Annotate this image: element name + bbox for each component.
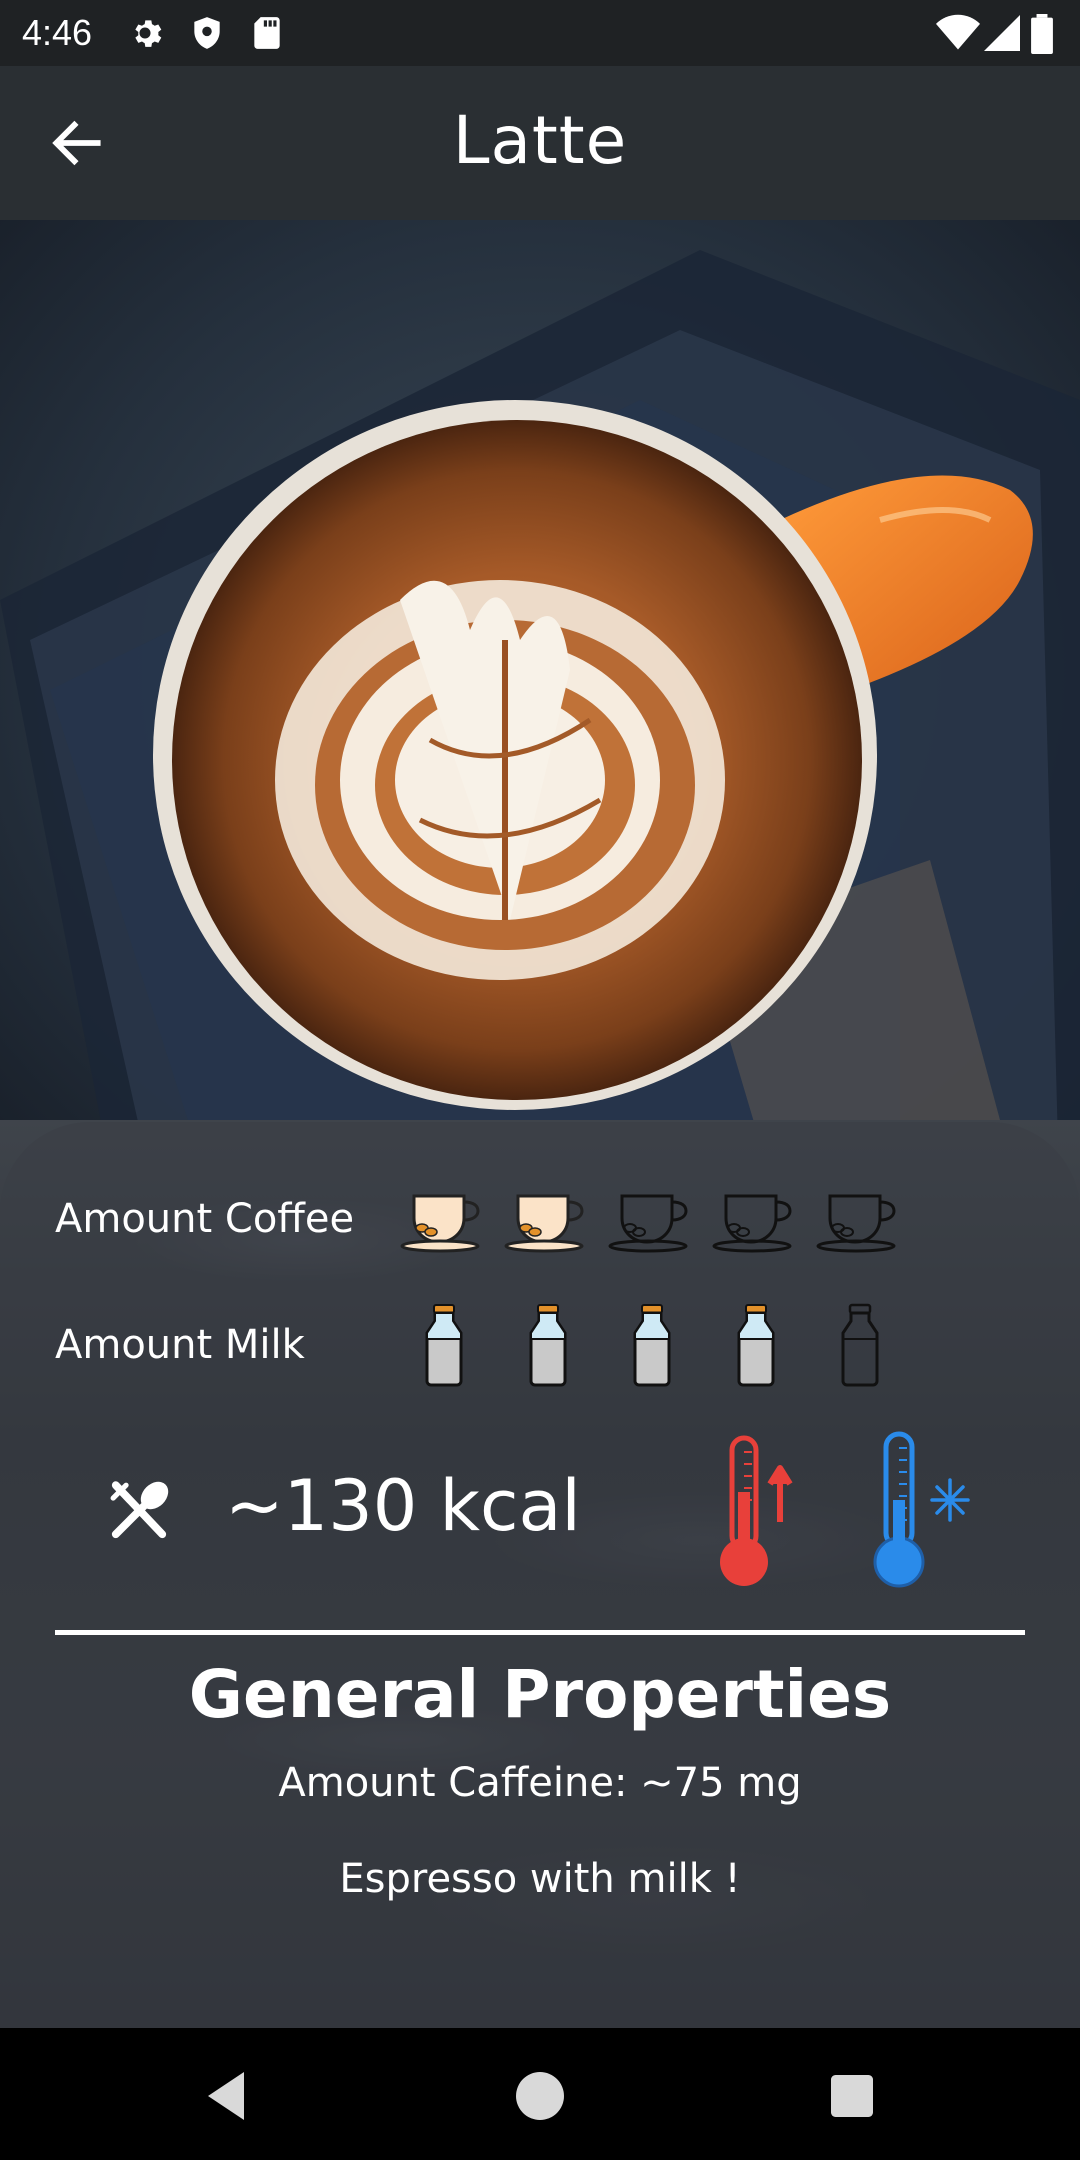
milk-bottle-icon: [496, 1300, 600, 1390]
shield-icon: [194, 17, 220, 49]
milk-bottle-icon: [392, 1300, 496, 1390]
milk-bottle-icon: [704, 1300, 808, 1390]
battery-icon: [1031, 14, 1053, 54]
signal-icon: [984, 15, 1020, 51]
recents-nav-icon[interactable]: [822, 2066, 882, 2126]
thermometer-hot-icon[interactable]: [710, 1432, 800, 1592]
section-divider: [55, 1630, 1025, 1635]
sd-card-icon: [254, 17, 280, 49]
home-nav-icon[interactable]: [510, 2066, 570, 2126]
coffee-cup-outline-icon: [704, 1176, 808, 1266]
milk-bottle-icon: [600, 1300, 704, 1390]
fork-spoon-icon: [110, 1481, 169, 1539]
back-nav-icon[interactable]: [196, 2066, 256, 2126]
coffee-cup-icon: [496, 1176, 600, 1266]
coffee-cup-outline-icon: [600, 1176, 704, 1266]
general-properties-title: General Properties: [188, 1656, 892, 1733]
coffee-cup-icon: [392, 1176, 496, 1266]
gear-icon: [135, 20, 162, 47]
page-title: Latte: [452, 102, 628, 179]
coffee-cup-outline-icon: [808, 1176, 912, 1266]
drink-description: Espresso with milk !: [339, 1856, 741, 1902]
milk-amount-label: Amount Milk: [55, 1322, 305, 1368]
caffeine-amount: Amount Caffeine: ~75 mg: [278, 1760, 802, 1806]
milk-rating: [392, 1300, 912, 1390]
wifi-icon: [936, 14, 980, 50]
coffee-amount-label: Amount Coffee: [55, 1196, 355, 1242]
app-bar: Latte: [0, 66, 1080, 220]
milk-bottle-outline-icon: [808, 1300, 912, 1390]
coffee-rating: [392, 1176, 912, 1266]
status-time: 4:46: [22, 12, 93, 53]
system-nav-bar: [0, 2028, 1080, 2160]
thermometer-cold-icon[interactable]: [868, 1430, 978, 1592]
calories-value: ~130 kcal: [225, 1465, 581, 1547]
hero-image: [0, 220, 1080, 1220]
status-bar: 4:46: [0, 0, 1080, 66]
